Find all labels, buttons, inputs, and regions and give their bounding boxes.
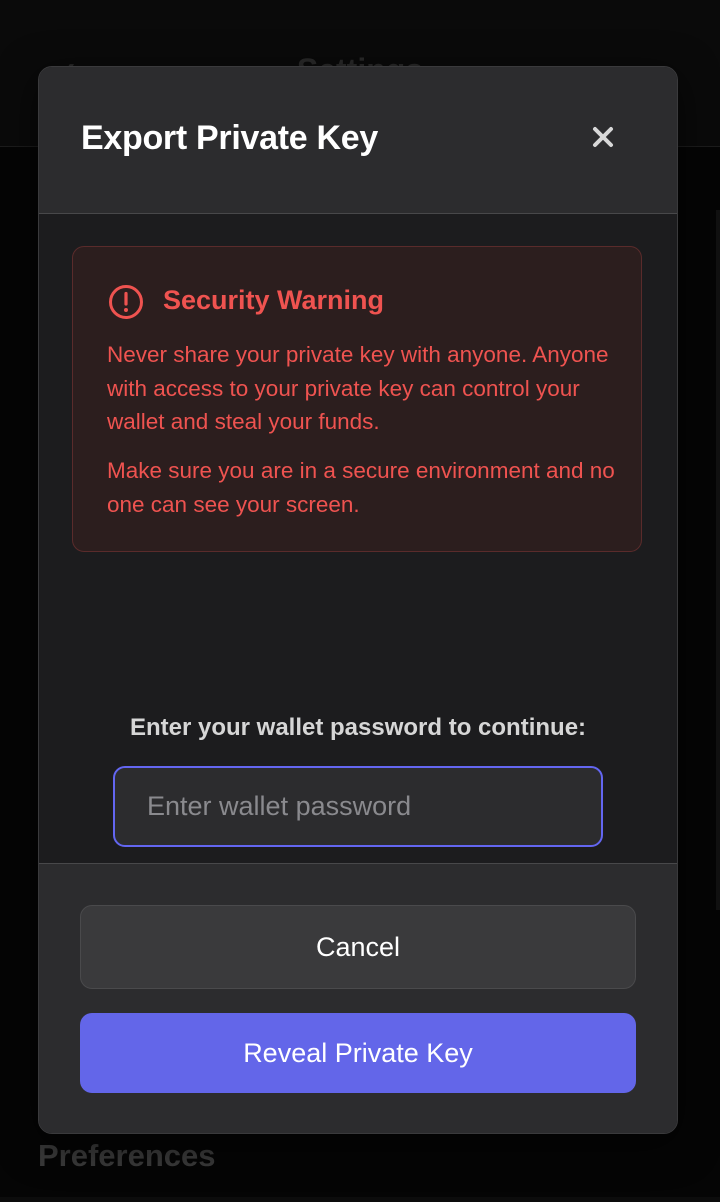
password-label: Enter your wallet password to continue:	[129, 714, 587, 741]
alert-circle-icon	[109, 285, 143, 319]
cancel-button[interactable]: Cancel	[80, 905, 636, 989]
warning-paragraph: Never share your private key with anyone…	[107, 342, 609, 434]
warning-title: Security Warning	[163, 285, 385, 315]
app-root: ‹ Settings Preferences Export Private Ke…	[0, 0, 720, 1202]
scrollbar	[716, 210, 720, 910]
export-private-key-modal: Export Private Key Security Warning Neve…	[38, 66, 678, 1134]
modal-footer: Cancel Reveal Private Key	[39, 863, 677, 1133]
modal-body: Security Warning Never share your privat…	[39, 214, 677, 862]
preferences-heading: Preferences	[38, 1138, 216, 1173]
reveal-private-key-button[interactable]: Reveal Private Key	[80, 1013, 636, 1093]
bottom-divider	[0, 1197, 720, 1202]
close-icon	[593, 127, 613, 147]
modal-header: Export Private Key	[39, 67, 677, 214]
modal-title: Export Private Key	[81, 119, 378, 157]
password-input[interactable]	[113, 766, 603, 847]
close-button[interactable]	[585, 119, 621, 155]
security-warning-box: Security Warning Never share your privat…	[72, 246, 642, 552]
warning-paragraph: Make sure you are in a secure environmen…	[107, 458, 615, 517]
